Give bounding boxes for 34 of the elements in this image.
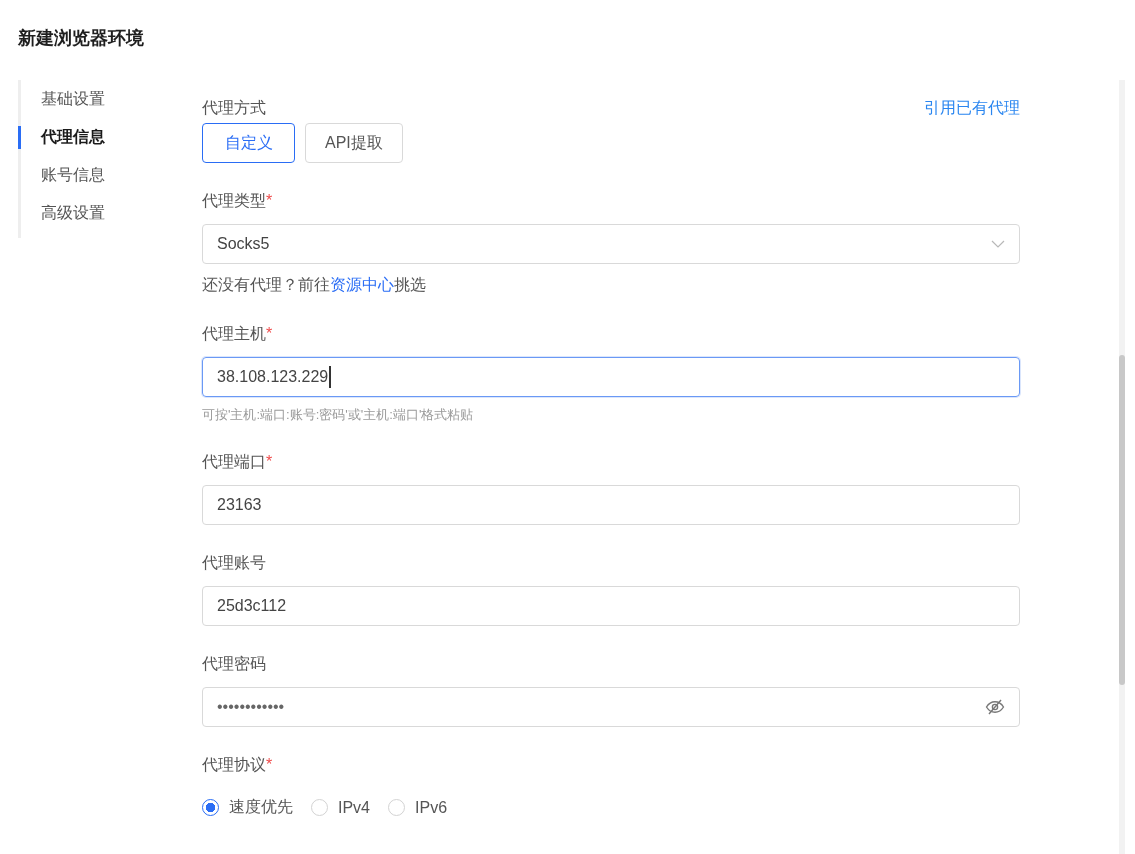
reference-proxy-link[interactable]: 引用已有代理 [924, 97, 1020, 119]
field-label: 代理端口 [202, 452, 266, 472]
field-label: 代理密码 [202, 654, 266, 674]
sidebar-item[interactable]: 代理信息 [18, 126, 166, 149]
sidebar-item[interactable]: 账号信息 [18, 164, 166, 187]
required-mark: * [266, 324, 273, 344]
field-label: 代理主机 [202, 324, 266, 344]
required-mark: * [266, 452, 273, 472]
input-field[interactable]: 23163 [202, 485, 1020, 525]
scrollbar-thumb[interactable] [1119, 355, 1125, 685]
select-field[interactable]: Socks5 [202, 224, 1020, 264]
field-label: 代理类型 [202, 191, 266, 211]
radio-button[interactable] [202, 799, 219, 816]
hint-text: 还没有代理？前往资源中心挑选 [202, 275, 427, 295]
radio-label[interactable]: 速度优先 [229, 797, 293, 818]
required-mark: * [266, 191, 273, 211]
resource-center-link[interactable]: 资源中心 [330, 276, 394, 293]
input-field[interactable]: 25d3c112 [202, 586, 1020, 626]
input-field[interactable]: •••••••••••• [202, 687, 1020, 727]
page-title: 新建浏览器环境 [17, 27, 145, 50]
eye-hidden-icon[interactable] [985, 699, 1005, 715]
mode-button[interactable]: 自定义 [202, 123, 295, 163]
sidebar-item[interactable]: 基础设置 [18, 88, 166, 111]
mode-button[interactable]: API提取 [305, 123, 403, 163]
radio-label[interactable]: IPv4 [338, 798, 370, 817]
paste-hint: 可按'主机:端口:账号:密码'或'主机:端口'格式粘贴 [202, 406, 475, 424]
input-field[interactable]: 38.108.123.229 [202, 357, 1020, 397]
field-label: 代理协议 [202, 755, 266, 775]
field-label: 代理账号 [202, 553, 266, 573]
required-mark: * [266, 755, 273, 775]
chevron-down-icon [991, 240, 1005, 248]
sidebar-item[interactable]: 高级设置 [18, 202, 166, 225]
radio-label[interactable]: IPv6 [415, 798, 448, 817]
field-label: 代理方式 [202, 98, 266, 118]
